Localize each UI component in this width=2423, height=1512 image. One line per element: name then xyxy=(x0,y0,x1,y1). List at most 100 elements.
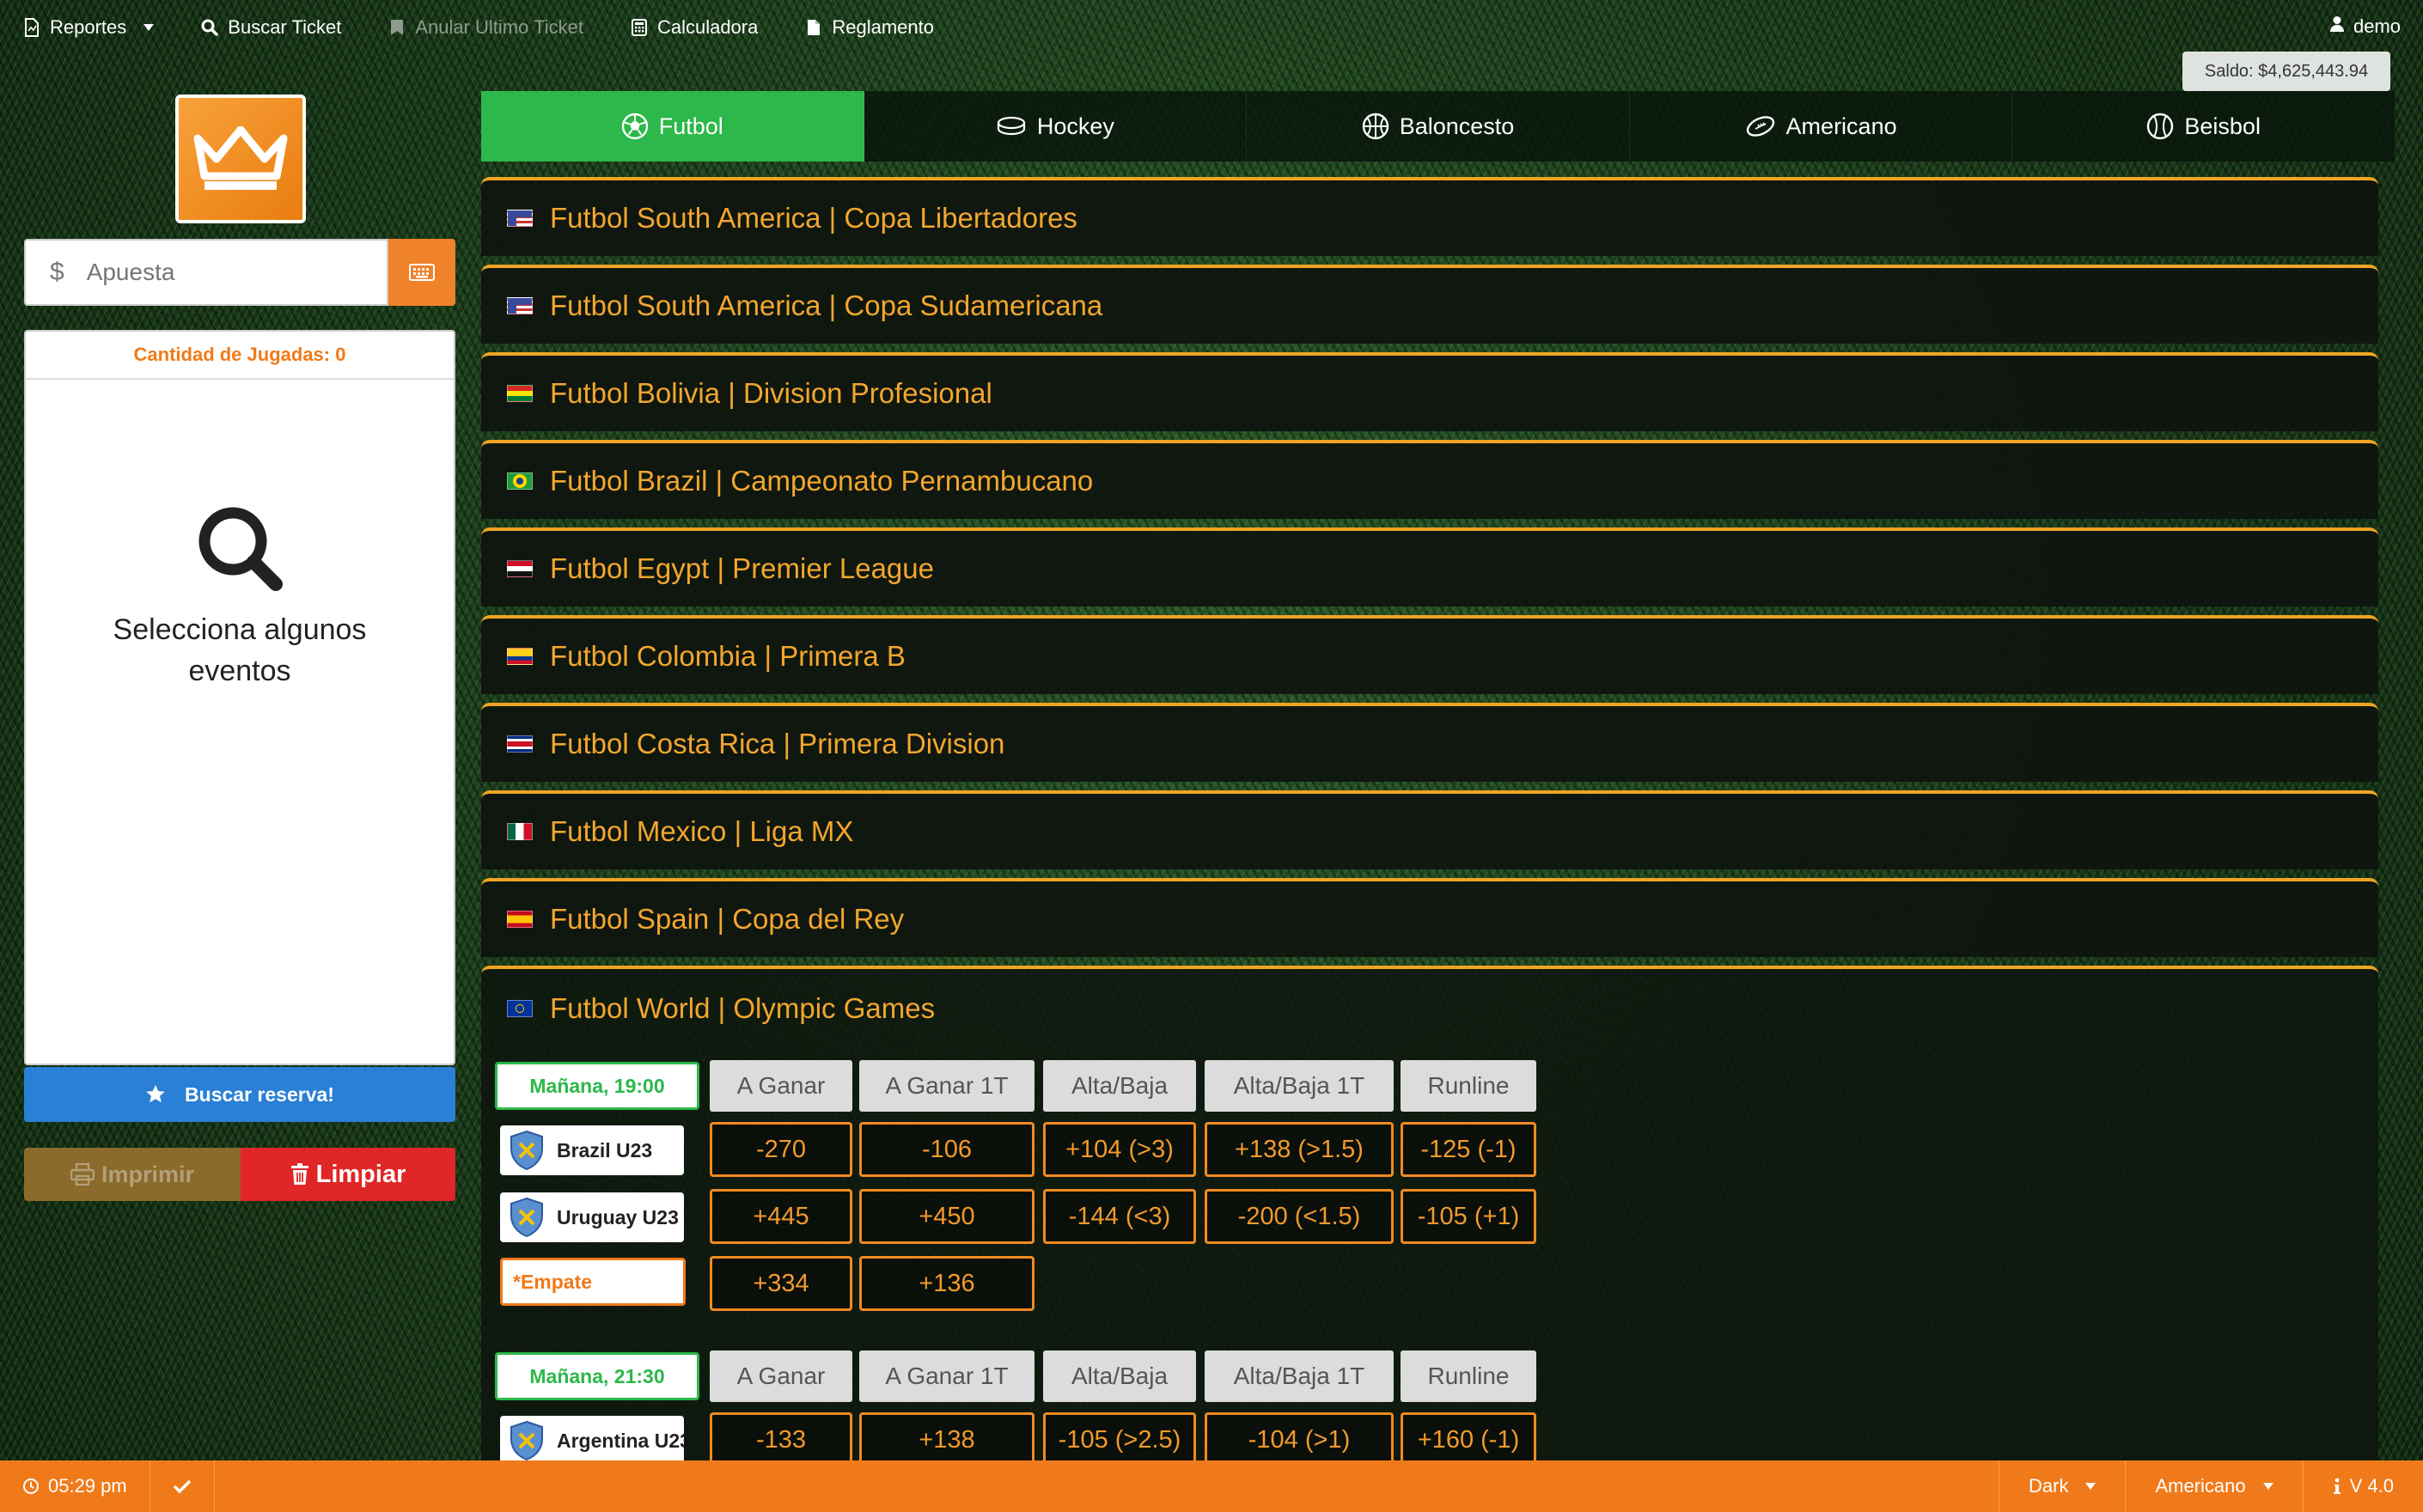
empty-slip-message: Selecciona algunos eventos xyxy=(113,613,367,687)
baseball-icon xyxy=(2147,113,2174,140)
league-label: Futbol Egypt | Premier League xyxy=(550,552,934,584)
odds-button[interactable]: -105 (>2.5) xyxy=(1043,1412,1196,1460)
star-icon xyxy=(146,1085,165,1103)
odds-button[interactable]: +138 (>1.5) xyxy=(1205,1122,1394,1177)
odds-button[interactable]: +445 xyxy=(710,1189,852,1244)
bookmark-icon xyxy=(388,18,406,37)
league-label: Futbol Spain | Copa del Rey xyxy=(550,903,905,935)
market-header-a-ganar-1t: A Ganar 1T xyxy=(859,1060,1035,1112)
reglamento-label: Reglamento xyxy=(832,16,934,38)
market-header-a-ganar-1t: A Ganar 1T xyxy=(859,1350,1035,1402)
league-copa-libertadores[interactable]: Futbol South America | Copa Libertadores xyxy=(481,177,2378,256)
bet-amount-field[interactable]: $ xyxy=(24,239,388,306)
tab-americano-label: Americano xyxy=(1785,113,1897,139)
odds-format-selector[interactable]: Americano xyxy=(2125,1460,2302,1512)
game-time: Mañana, 19:00 xyxy=(495,1062,699,1110)
version-label: V 4.0 xyxy=(2349,1475,2394,1497)
spain-flag-icon xyxy=(507,911,533,928)
market-header-alta-baja: Alta/Baja xyxy=(1043,1350,1196,1402)
report-icon xyxy=(22,18,41,37)
bet-amount-input[interactable] xyxy=(86,259,345,286)
tab-beisbol[interactable]: Beisbol xyxy=(2012,91,2396,162)
tab-baloncesto-label: Baloncesto xyxy=(1399,113,1515,139)
team-away: Uruguay U23 xyxy=(500,1192,684,1242)
league-label: Futbol Costa Rica | Primera Division xyxy=(550,728,1005,759)
tab-beisbol-label: Beisbol xyxy=(2184,113,2261,139)
anular-ultimo-ticket-link[interactable]: Anular Ultimo Ticket xyxy=(388,16,583,39)
odds-button[interactable]: -104 (>1) xyxy=(1205,1412,1394,1460)
magnifier-icon xyxy=(198,507,283,591)
bet-slip: Cantidad de Jugadas: 0 Selecciona alguno… xyxy=(24,330,455,1065)
currency-symbol: $ xyxy=(50,258,64,286)
tab-futbol[interactable]: Futbol xyxy=(481,91,864,162)
reportes-label: Reportes xyxy=(50,16,127,38)
odds-button[interactable]: +136 xyxy=(859,1256,1035,1311)
odds-button[interactable]: -105 (+1) xyxy=(1401,1189,1536,1244)
league-list: Futbol South America | Copa Libertadores… xyxy=(481,177,2378,966)
team-name: Argentina U23 xyxy=(557,1429,684,1452)
league-olympic-games-header[interactable]: Futbol World | Olympic Games xyxy=(481,969,2378,1048)
league-label: Futbol Bolivia | Division Profesional xyxy=(550,377,992,409)
league-colombia-primera-b[interactable]: Futbol Colombia | Primera B xyxy=(481,615,2378,694)
odds-format-label: Americano xyxy=(2155,1475,2246,1497)
market-header-a-ganar: A Ganar xyxy=(710,1060,852,1112)
league-copa-sudamericana[interactable]: Futbol South America | Copa Sudamericana xyxy=(481,265,2378,344)
tab-americano[interactable]: Americano xyxy=(1630,91,2013,162)
market-header-alta-baja-1t: Alta/Baja 1T xyxy=(1205,1350,1394,1402)
calculadora-link[interactable]: Calculadora xyxy=(630,16,758,39)
brazil-flag-icon xyxy=(507,472,533,490)
hockey-puck-icon xyxy=(997,116,1025,136)
us-flag-icon xyxy=(507,210,533,227)
odds-button[interactable]: -125 (-1) xyxy=(1401,1122,1536,1177)
costa-rica-flag-icon xyxy=(507,735,533,753)
colombia-flag-icon xyxy=(507,648,533,665)
tab-baloncesto[interactable]: Baloncesto xyxy=(1247,91,1630,162)
league-bolivia-division-profesional[interactable]: Futbol Bolivia | Division Profesional xyxy=(481,352,2378,431)
odds-button[interactable]: -133 xyxy=(710,1412,852,1460)
odds-button[interactable]: -200 (<1.5) xyxy=(1205,1189,1394,1244)
odds-button[interactable]: +160 (-1) xyxy=(1401,1412,1536,1460)
reglamento-link[interactable]: Reglamento xyxy=(804,16,934,39)
document-icon xyxy=(804,18,823,37)
market-header-alta-baja: Alta/Baja xyxy=(1043,1060,1196,1112)
chevron-down-icon xyxy=(2262,1483,2273,1490)
theme-selector[interactable]: Dark xyxy=(1999,1460,2125,1512)
odds-button[interactable]: -106 xyxy=(859,1122,1035,1177)
reportes-menu[interactable]: Reportes xyxy=(22,16,155,39)
print-label: Imprimir xyxy=(101,1161,195,1187)
top-nav: Reportes Buscar Ticket Anular Ultimo Tic… xyxy=(0,0,2423,55)
odds-button[interactable]: +104 (>3) xyxy=(1043,1122,1196,1177)
team-home: Argentina U23 xyxy=(500,1416,684,1460)
chevron-down-icon xyxy=(143,24,155,31)
version-info[interactable]: V 4.0 xyxy=(2302,1460,2423,1512)
odds-button[interactable]: -144 (<3) xyxy=(1043,1189,1196,1244)
league-brazil-pernambucano[interactable]: Futbol Brazil | Campeonato Pernambucano xyxy=(481,440,2378,519)
print-button[interactable]: Imprimir xyxy=(24,1148,241,1201)
team-home: Brazil U23 xyxy=(500,1125,684,1175)
team-name: Brazil U23 xyxy=(557,1138,653,1161)
league-costa-rica-primera-division[interactable]: Futbol Costa Rica | Primera Division xyxy=(481,703,2378,782)
clear-button[interactable]: Limpiar xyxy=(241,1148,455,1201)
printer-icon xyxy=(70,1163,95,1186)
eu-flag-icon xyxy=(507,1000,533,1017)
keyboard-button[interactable] xyxy=(388,239,455,306)
buscar-ticket-link[interactable]: Buscar Ticket xyxy=(200,16,341,39)
username: demo xyxy=(2353,15,2401,37)
buscar-reserva-button[interactable]: Buscar reserva! xyxy=(24,1067,455,1122)
team-shield-icon xyxy=(510,1420,543,1460)
league-olympic-games-expanded: Futbol World | Olympic Games Mañana, 19:… xyxy=(481,966,2378,1460)
odds-button[interactable]: +450 xyxy=(859,1189,1035,1244)
game-time: Mañana, 21:30 xyxy=(495,1352,699,1400)
odds-button[interactable]: +334 xyxy=(710,1256,852,1311)
tab-hockey[interactable]: Hockey xyxy=(864,91,1248,162)
league-label: Futbol South America | Copa Libertadores xyxy=(550,202,1077,234)
odds-button[interactable]: +138 xyxy=(859,1412,1035,1460)
tab-futbol-label: Futbol xyxy=(658,113,723,139)
league-mexico-liga-mx[interactable]: Futbol Mexico | Liga MX xyxy=(481,790,2378,869)
odds-button[interactable]: -270 xyxy=(710,1122,852,1177)
league-egypt-premier-league[interactable]: Futbol Egypt | Premier League xyxy=(481,527,2378,607)
us-flag-icon xyxy=(507,297,533,314)
league-spain-copa-del-rey[interactable]: Futbol Spain | Copa del Rey xyxy=(481,878,2378,957)
user-menu[interactable]: demo xyxy=(2329,15,2401,38)
league-label: Futbol World | Olympic Games xyxy=(550,992,936,1024)
